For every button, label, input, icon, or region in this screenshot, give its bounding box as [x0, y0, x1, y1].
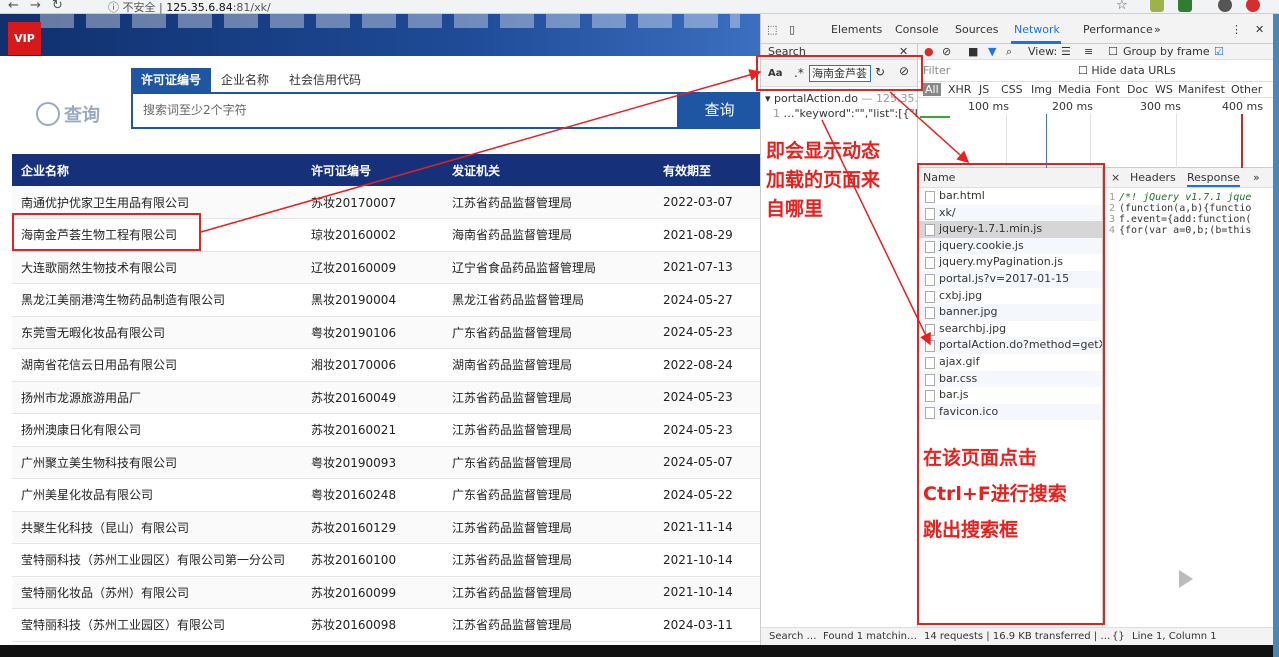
- arrow-row-to-search: [200, 69, 762, 233]
- video-play-icon[interactable]: [1158, 553, 1210, 605]
- annotation-arrows: [200, 69, 970, 346]
- play-triangle: [1179, 570, 1193, 588]
- arrow-result-to-request: [821, 119, 931, 346]
- arrow-search-to-list: [889, 91, 970, 164]
